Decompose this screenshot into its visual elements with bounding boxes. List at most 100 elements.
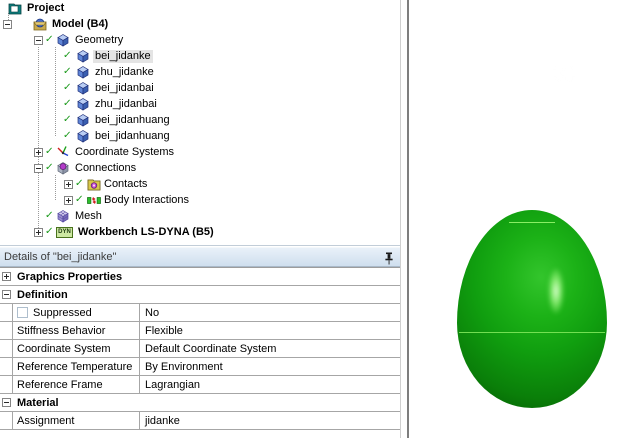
tree-item-label: Model (B4) [50, 18, 110, 31]
body-cube-icon [76, 49, 90, 63]
details-title: Details of "bei_jidanke" [4, 251, 116, 263]
body-cube-icon [76, 65, 90, 79]
tree-item-label: bei_jidanhuang [93, 114, 172, 127]
tree-item-label: Contacts [102, 178, 149, 191]
tree-item-label: zhu_jidanke [93, 66, 156, 79]
property-label: Coordinate System [13, 340, 140, 357]
check-icon [74, 179, 86, 189]
specular-highlight [552, 62, 576, 84]
tree-item-body[interactable]: bei_jidanhuang [0, 128, 400, 144]
tree-item-contacts[interactable]: Contacts [0, 176, 400, 192]
dyna-badge-icon: DYN [56, 227, 73, 238]
tree-item-label: Body Interactions [102, 194, 191, 207]
body-cube-icon [76, 97, 90, 111]
details-row-reference-frame: Reference Frame Lagrangian [0, 376, 400, 394]
body-cube-icon [76, 129, 90, 143]
details-panel: Details of "bei_jidanke" Graphics Proper… [0, 247, 400, 438]
check-icon [62, 83, 74, 93]
check-icon [62, 115, 74, 125]
property-value[interactable]: Flexible [140, 322, 400, 339]
tree-item-label: Project [25, 2, 66, 15]
collapse-icon[interactable] [2, 290, 11, 299]
tree-item-connections[interactable]: Connections [0, 160, 400, 176]
property-value[interactable]: jidanke [140, 412, 400, 429]
tree-item-project[interactable]: Project [0, 0, 400, 16]
project-folder-icon [8, 1, 22, 15]
details-row-reference-temperature: Reference Temperature By Environment [0, 358, 400, 376]
check-icon [44, 35, 56, 45]
tree-item-body[interactable]: zhu_jidanke [0, 64, 400, 80]
tree-item-geometry[interactable]: Geometry [0, 32, 400, 48]
tree-item-body[interactable]: bei_jidanke [0, 48, 400, 64]
property-value[interactable]: Lagrangian [140, 376, 400, 393]
collapse-icon[interactable] [34, 36, 43, 45]
property-value[interactable]: No [140, 304, 400, 321]
check-icon [62, 51, 74, 61]
body-cube-icon [76, 81, 90, 95]
geometry-viewport[interactable] [409, 0, 617, 438]
contacts-folder-icon [87, 177, 101, 191]
connections-icon [56, 161, 70, 175]
details-row-stiffness-behavior: Stiffness Behavior Flexible [0, 322, 400, 340]
property-label: Reference Frame [13, 376, 140, 393]
collapse-icon[interactable] [34, 164, 43, 173]
body-edge-line [459, 332, 605, 333]
tree-item-body[interactable]: bei_jidanbai [0, 80, 400, 96]
left-panel-stack: Project Model (B4) Geometry bei_jidanke [0, 0, 401, 438]
details-category-graphics-properties[interactable]: Graphics Properties [0, 268, 400, 286]
expand-icon[interactable] [34, 228, 43, 237]
details-row-coordinate-system: Coordinate System Default Coordinate Sys… [0, 340, 400, 358]
model-icon [33, 17, 47, 31]
tree-item-mesh[interactable]: Mesh [0, 208, 400, 224]
body-edge-line [508, 202, 565, 203]
check-icon [44, 147, 56, 157]
upper-egg-body[interactable] [458, 22, 615, 213]
geometry-cube-icon [56, 33, 70, 47]
details-row-assignment: Assignment jidanke [0, 412, 400, 430]
property-label: Reference Temperature [13, 358, 140, 375]
check-icon [44, 227, 56, 237]
property-label: Assignment [13, 412, 140, 429]
coordinate-triad-icon [56, 145, 70, 159]
check-icon [62, 131, 74, 141]
expand-icon[interactable] [2, 272, 11, 281]
outline-tree: Project Model (B4) Geometry bei_jidanke [0, 0, 400, 246]
tree-item-coordinate-systems[interactable]: Coordinate Systems [0, 144, 400, 160]
tree-item-model[interactable]: Model (B4) [0, 16, 400, 32]
tree-item-label: Geometry [73, 34, 125, 47]
mesh-icon [56, 209, 70, 223]
tree-item-body[interactable]: bei_jidanhuang [0, 112, 400, 128]
expand-icon[interactable] [64, 196, 73, 205]
property-value[interactable]: Default Coordinate System [140, 340, 400, 357]
tree-item-label: zhu_jidanbai [93, 98, 159, 111]
expand-icon[interactable] [34, 148, 43, 157]
check-icon [62, 67, 74, 77]
details-category-material[interactable]: Material [0, 394, 400, 412]
check-icon [62, 99, 74, 109]
property-value[interactable]: By Environment [140, 358, 400, 375]
body-interactions-icon [87, 193, 101, 207]
body-edge-line [509, 222, 555, 223]
checkbox-unchecked[interactable] [17, 307, 28, 318]
details-category-definition[interactable]: Definition [0, 286, 400, 304]
body-cube-icon [76, 113, 90, 127]
check-icon [44, 163, 56, 173]
category-label: Material [13, 394, 400, 411]
tree-item-workbench-ls-dyna[interactable]: DYN Workbench LS-DYNA (B5) [0, 224, 400, 240]
category-label: Definition [13, 286, 400, 303]
pin-icon[interactable] [384, 252, 394, 265]
expand-icon[interactable] [64, 180, 73, 189]
check-icon [44, 211, 56, 221]
tree-item-label: bei_jidanbai [93, 82, 156, 95]
collapse-icon[interactable] [3, 20, 12, 29]
collapse-icon[interactable] [2, 398, 11, 407]
body-edge-line [462, 90, 611, 91]
property-label: Stiffness Behavior [13, 322, 140, 339]
lower-egg-body[interactable] [457, 210, 607, 408]
specular-highlight [548, 268, 564, 314]
tree-item-label: bei_jidanke [93, 50, 153, 63]
tree-item-label: Connections [73, 162, 138, 175]
tree-item-body-interactions[interactable]: Body Interactions [0, 192, 400, 208]
details-table: Graphics Properties Definition Suppresse… [0, 267, 400, 430]
tree-item-body[interactable]: zhu_jidanbai [0, 96, 400, 112]
